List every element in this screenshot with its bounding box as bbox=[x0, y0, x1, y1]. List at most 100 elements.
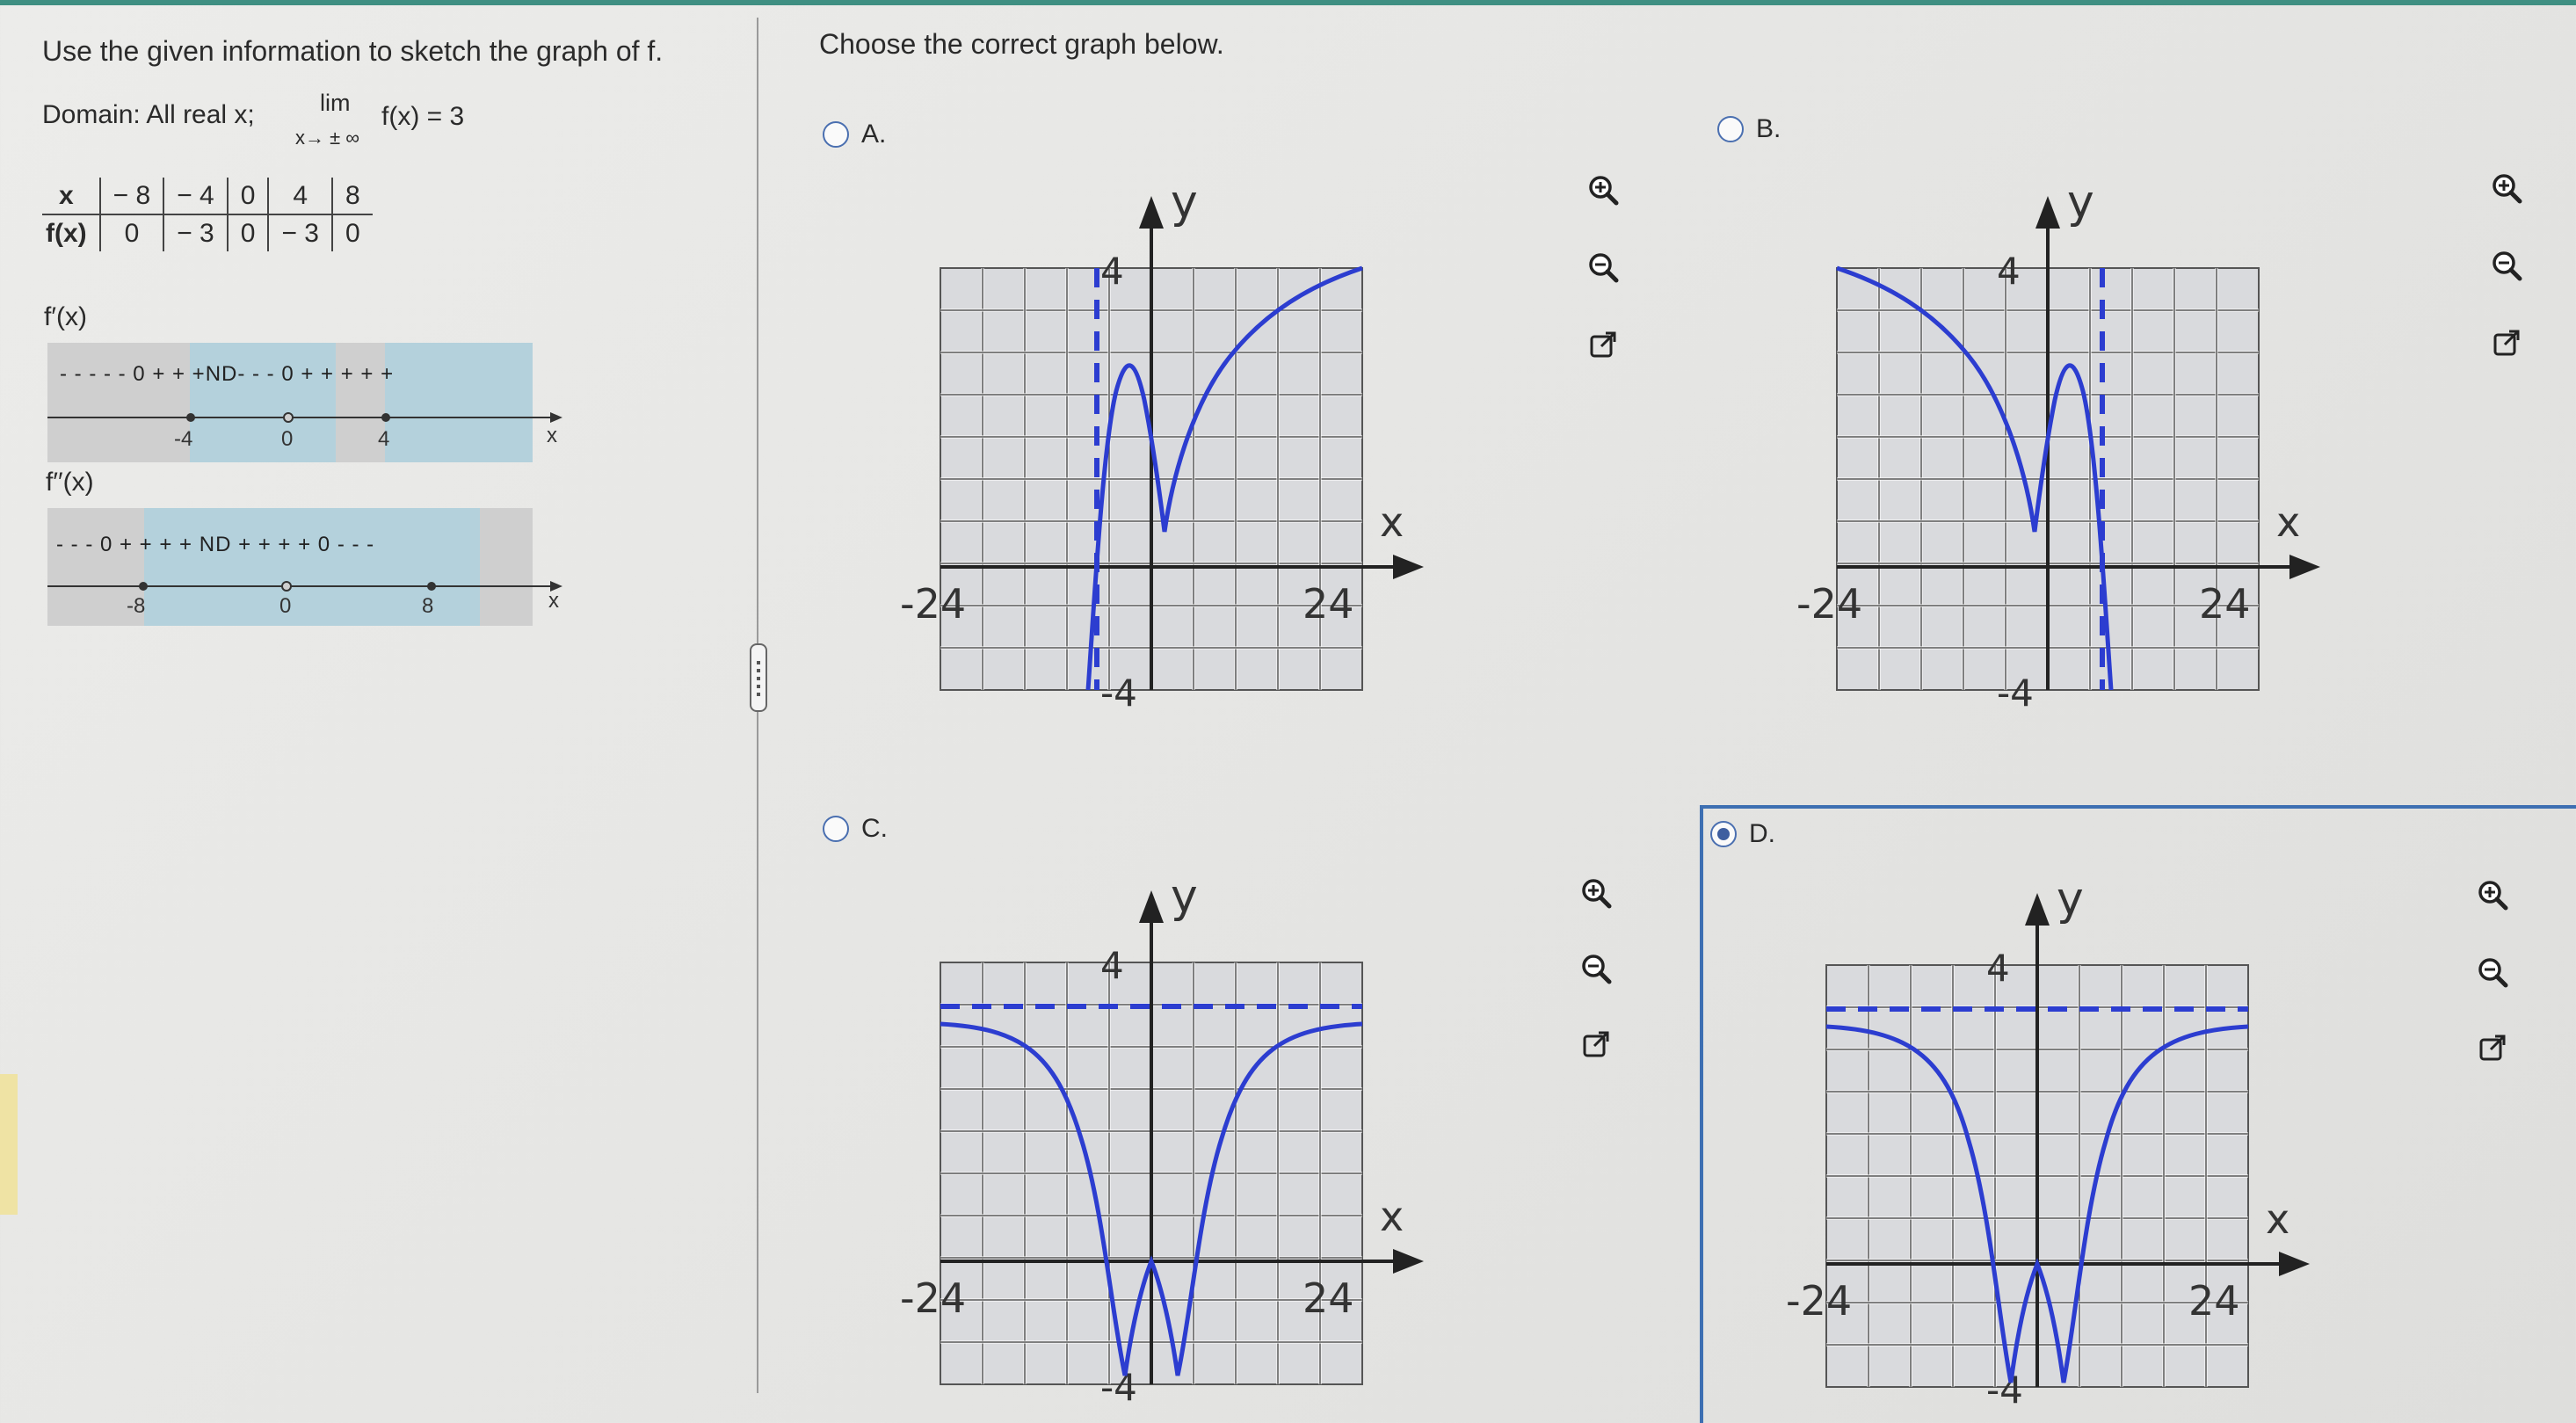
option-b[interactable]: B. bbox=[1717, 114, 1781, 144]
graph-svg: y x 4 -4 -24 24 bbox=[1796, 176, 2320, 715]
table-cell: 8 bbox=[330, 178, 373, 215]
tick-marker bbox=[139, 582, 148, 591]
x-tick-pos-label: 24 bbox=[2199, 580, 2251, 628]
open-external-icon bbox=[1583, 1031, 1609, 1057]
radio-a[interactable] bbox=[823, 121, 849, 148]
zoom-in-button[interactable] bbox=[2470, 872, 2515, 918]
limit-subscript: x→ ± ∞ bbox=[295, 127, 359, 149]
x-axis-arrow bbox=[2279, 1252, 2310, 1276]
table-cell: − 3 bbox=[267, 214, 332, 251]
y-axis-arrow bbox=[1139, 890, 1164, 923]
y-axis-arrow bbox=[1139, 196, 1164, 229]
option-c[interactable]: C. bbox=[823, 814, 888, 844]
tick-label: 8 bbox=[422, 594, 434, 618]
zoom-out-button[interactable] bbox=[2470, 949, 2515, 995]
table-cell: − 3 bbox=[163, 214, 228, 251]
zoom-out-button[interactable] bbox=[1580, 244, 1626, 290]
y-axis-arrow bbox=[2025, 893, 2050, 926]
open-external-button[interactable] bbox=[1580, 322, 1626, 367]
table-cell: − 4 bbox=[163, 178, 228, 215]
zoom-in-icon bbox=[2478, 881, 2508, 911]
limit-value: f(x) = 3 bbox=[381, 102, 465, 131]
highlight-region bbox=[385, 343, 533, 462]
y-axis-label: y bbox=[1171, 176, 1198, 229]
zoom-in-icon bbox=[1582, 879, 1612, 909]
radio-b[interactable] bbox=[1717, 116, 1744, 142]
x-tick-pos-label: 24 bbox=[1303, 1274, 1354, 1322]
tick-marker bbox=[381, 413, 390, 422]
zoom-out-button[interactable] bbox=[2484, 243, 2529, 288]
y-tick-neg-label: -4 bbox=[1100, 1366, 1137, 1409]
x-axis-arrow bbox=[1393, 555, 1424, 579]
tick-label: -8 bbox=[127, 594, 146, 618]
grip-icon bbox=[757, 661, 760, 696]
panel-resize-handle[interactable] bbox=[750, 643, 767, 712]
fprime-label: f′(x) bbox=[44, 302, 87, 331]
y-axis-label: y bbox=[2067, 176, 2094, 229]
x-axis-arrow bbox=[2289, 555, 2320, 579]
y-tick-label: 4 bbox=[1986, 947, 2010, 990]
answer-prompt: Choose the correct graph below. bbox=[819, 28, 1224, 60]
y-tick-label: 4 bbox=[1997, 250, 2021, 293]
zoom-out-icon bbox=[1589, 253, 1619, 283]
graph-option-c: y x 4 -4 -24 24 bbox=[896, 870, 1441, 1423]
highlight-region bbox=[190, 343, 336, 462]
graph-option-b: y x 4 -4 -24 24 bbox=[1793, 176, 2338, 743]
question-panel: Use the given information to sketch the … bbox=[0, 5, 758, 1423]
tick-marker-open bbox=[283, 412, 294, 423]
radio-c[interactable] bbox=[823, 816, 849, 842]
tick-marker bbox=[186, 413, 195, 422]
y-axis-arrow bbox=[2035, 196, 2060, 229]
table-row-fx: f(x) 0 − 3 0 − 3 0 bbox=[42, 214, 373, 251]
fprime-sign-chart: - - - - - 0 + + +ND- - - 0 + + + + + -4 … bbox=[47, 343, 562, 462]
y-tick-neg-label: -4 bbox=[1997, 672, 2034, 715]
x-tick-neg-label: -24 bbox=[1796, 580, 1862, 628]
y-axis-label: y bbox=[1171, 870, 1198, 923]
radio-d[interactable] bbox=[1710, 821, 1737, 847]
x-tick-neg-label: -24 bbox=[900, 580, 966, 628]
x-tick-neg-label: -24 bbox=[1786, 1277, 1852, 1325]
option-d[interactable]: D. bbox=[1710, 819, 1775, 849]
tick-marker bbox=[427, 582, 436, 591]
option-c-label: C. bbox=[861, 814, 888, 843]
x-axis-label: x bbox=[2266, 1195, 2289, 1243]
zoom-in-button[interactable] bbox=[2484, 165, 2529, 211]
graph-svg: y x 4 -4 -24 24 bbox=[1786, 873, 2310, 1412]
x-axis-label: x bbox=[1380, 1193, 1404, 1240]
x-axis-label: x bbox=[1380, 498, 1404, 546]
open-external-button[interactable] bbox=[2470, 1025, 2515, 1071]
option-b-label: B. bbox=[1756, 114, 1781, 143]
option-d-label: D. bbox=[1749, 819, 1775, 848]
graph-option-d: y x 4 -4 -24 24 bbox=[1782, 873, 2327, 1423]
open-external-icon bbox=[2493, 330, 2520, 356]
zoom-out-button[interactable] bbox=[1573, 946, 1619, 991]
arrow-icon bbox=[550, 412, 562, 423]
table-cell: 0 bbox=[330, 214, 373, 251]
y-tick-neg-label: -4 bbox=[1986, 1369, 2023, 1412]
x-axis-label: x bbox=[2276, 498, 2300, 546]
option-a[interactable]: A. bbox=[823, 120, 886, 149]
fdoubleprime-sign-row: - - - 0 + + + + ND + + + + 0 - - - bbox=[56, 533, 375, 556]
fprime-sign-row: - - - - - 0 + + +ND- - - 0 + + + + + bbox=[60, 362, 395, 386]
zoom-out-icon bbox=[1582, 955, 1612, 984]
zoom-in-button[interactable] bbox=[1580, 167, 1626, 213]
y-axis-label: y bbox=[2057, 873, 2084, 926]
open-external-icon bbox=[1590, 331, 1616, 358]
open-external-button[interactable] bbox=[1573, 1021, 1619, 1067]
tick-label: 0 bbox=[281, 427, 294, 451]
open-external-icon bbox=[2479, 1035, 2506, 1061]
zoom-in-icon bbox=[1589, 176, 1619, 206]
x-tick-neg-label: -24 bbox=[900, 1274, 966, 1322]
open-external-button[interactable] bbox=[2484, 320, 2529, 366]
y-tick-label: 4 bbox=[1100, 944, 1124, 987]
tick-label: 0 bbox=[279, 594, 292, 618]
zoom-out-icon bbox=[2478, 958, 2508, 988]
axis-variable-label: x bbox=[548, 589, 559, 613]
x-axis-arrow bbox=[1393, 1249, 1424, 1274]
zoom-in-button[interactable] bbox=[1573, 870, 1619, 916]
table-cell: x bbox=[42, 178, 100, 215]
table-cell: 0 bbox=[226, 178, 269, 215]
table-cell: − 8 bbox=[98, 178, 164, 215]
x-tick-pos-label: 24 bbox=[2188, 1277, 2240, 1325]
x-tick-pos-label: 24 bbox=[1303, 580, 1354, 628]
